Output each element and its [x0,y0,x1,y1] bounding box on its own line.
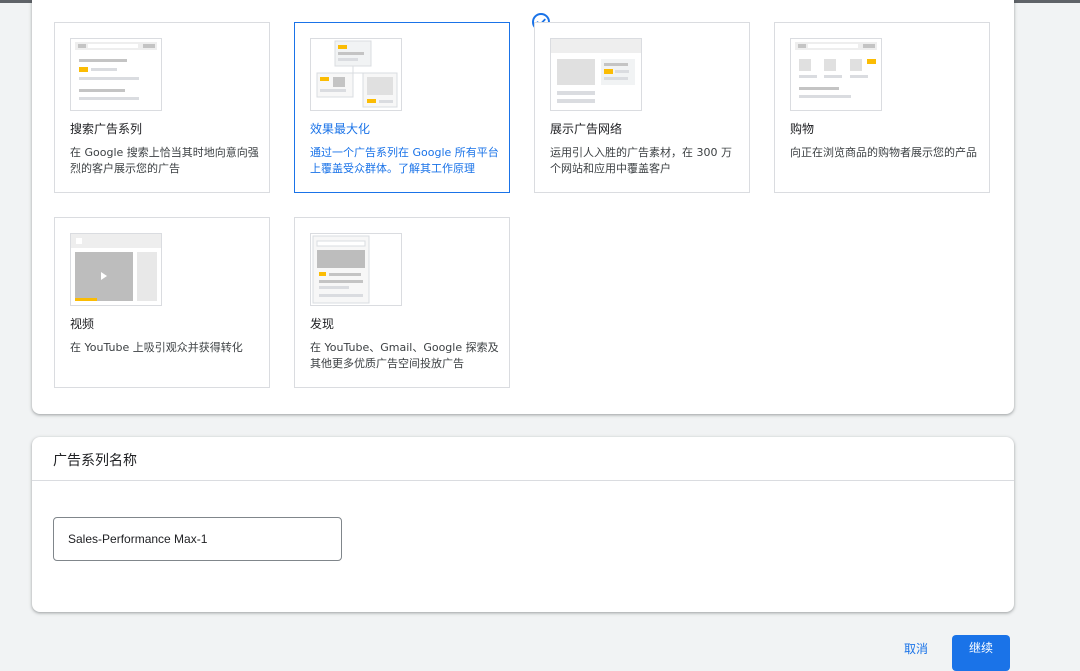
campaign-type-performance-max[interactable]: 效果最大化 通过一个广告系列在 Google 所有平台上覆盖受众群体。了解其工作… [294,22,510,193]
tile-title: 购物 [790,122,815,136]
continue-button[interactable]: 继续 [952,635,1010,671]
tile-description: 在 YouTube、Gmail、Google 探索及其他更多优质广告空间投放广告 [310,341,499,370]
search-thumbnail-icon [70,38,162,111]
display-thumbnail-icon [550,38,642,111]
tile-title: 展示广告网络 [550,122,623,136]
video-thumbnail-icon [70,233,162,306]
tile-description: 通过一个广告系列在 Google 所有平台上覆盖受众群体。了解其工作原理 [310,146,499,175]
shopping-thumbnail-icon [790,38,882,111]
tile-description: 向正在浏览商品的购物者展示您的产品 [790,146,977,159]
tile-title: 发现 [310,317,335,331]
campaign-type-video[interactable]: 视频 在 YouTube 上吸引观众并获得转化 [54,217,270,388]
tile-description: 在 Google 搜索上恰当其时地向意向强烈的客户展示您的广告 [70,146,259,175]
divider [32,480,1014,481]
tile-title: 视频 [70,317,95,331]
discovery-thumbnail-icon [310,233,402,306]
tile-title: 搜索广告系列 [70,122,143,136]
campaign-type-discovery[interactable]: 发现 在 YouTube、Gmail、Google 探索及其他更多优质广告空间投… [294,217,510,388]
campaign-type-search[interactable]: 搜索广告系列 在 Google 搜索上恰当其时地向意向强烈的客户展示您的广告 [54,22,270,193]
campaign-name-input[interactable] [53,517,342,561]
campaign-type-card: 搜索广告系列 在 Google 搜索上恰当其时地向意向强烈的客户展示您的广告 效… [32,0,1014,414]
section-heading: 广告系列名称 [53,453,137,469]
tile-title: 效果最大化 [310,122,371,136]
performance-max-thumbnail-icon [310,38,402,111]
campaign-name-card: 广告系列名称 [32,437,1014,612]
campaign-type-shopping[interactable]: 购物 向正在浏览商品的购物者展示您的产品 [774,22,990,193]
campaign-type-display[interactable]: 展示广告网络 运用引人入胜的广告素材，在 300 万个网站和应用中覆盖客户 [534,22,750,193]
tile-description: 运用引人入胜的广告素材，在 300 万个网站和应用中覆盖客户 [550,146,732,175]
cancel-button[interactable]: 取消 [890,636,942,660]
tile-description: 在 YouTube 上吸引观众并获得转化 [70,341,243,354]
